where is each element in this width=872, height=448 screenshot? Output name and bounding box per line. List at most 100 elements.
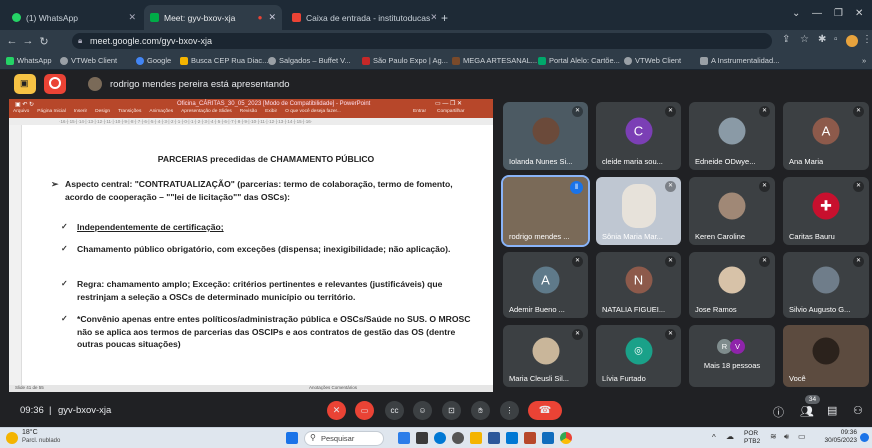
captions-button[interactable]: cc xyxy=(385,401,404,420)
participant-tile[interactable]: ✕ Silvio Augusto G... xyxy=(783,252,869,318)
ribbon-tab[interactable]: Inserir xyxy=(74,109,87,114)
minimize-icon[interactable]: — xyxy=(812,8,822,19)
check-icon: ✓ xyxy=(61,314,68,323)
stop-presenting-button[interactable] xyxy=(44,74,66,94)
participant-tile[interactable]: N ✕ NATALIA FIGUEI... xyxy=(596,252,681,318)
ribbon-tab[interactable]: Exibir xyxy=(265,109,277,114)
emoji-button[interactable]: ☺ xyxy=(413,401,432,420)
new-tab-button[interactable]: + xyxy=(436,5,456,30)
battery-icon[interactable]: ▭ xyxy=(798,432,806,441)
bookmarks-overflow-icon[interactable]: » xyxy=(862,56,866,65)
word-icon[interactable] xyxy=(488,432,500,444)
maximize-icon[interactable]: ❐ xyxy=(834,8,843,19)
bookmark-item[interactable]: VTWeb Client xyxy=(624,56,681,65)
notifications-icon[interactable] xyxy=(860,433,869,442)
tab-meet[interactable]: Meet: gyv-bxov-xja ● ✕ xyxy=(144,5,282,30)
weather-desc[interactable]: Parcl. nublado xyxy=(22,438,60,444)
ppt-share[interactable]: Compartilhar xyxy=(437,109,464,114)
chrome-icon[interactable] xyxy=(560,432,572,444)
bookmark-item[interactable]: VTWeb Client xyxy=(60,56,117,65)
profile-avatar[interactable] xyxy=(846,35,858,47)
store-icon[interactable] xyxy=(506,432,518,444)
bookmark-item[interactable]: Salgados – Buffet V... xyxy=(268,56,351,65)
language-indicator[interactable]: POR PTB2 xyxy=(744,430,760,446)
chat-icon[interactable]: ▤ xyxy=(827,404,837,417)
ribbon-tab[interactable]: Transições xyxy=(118,109,141,114)
present-screen-button[interactable]: ▣ xyxy=(14,74,36,94)
reload-icon[interactable]: ↻ xyxy=(36,35,52,48)
bookmark-item[interactable]: MEGA ARTESANAL... xyxy=(452,56,537,65)
raise-hand-button[interactable]: ✋︎ xyxy=(471,401,490,420)
file-explorer-icon[interactable] xyxy=(416,432,428,444)
ribbon-tab[interactable]: Apresentação de Slides xyxy=(181,109,232,114)
people-icon[interactable]: 👥︎ xyxy=(800,405,814,418)
participant-tile[interactable]: ✕ Iolanda Nunes Si... xyxy=(503,102,588,170)
start-icon[interactable] xyxy=(286,432,298,444)
participant-tile[interactable]: ✕ Jose Ramos xyxy=(689,252,775,318)
bookmark-item[interactable]: Google xyxy=(136,56,171,65)
sidebar-icon[interactable]: ▫ xyxy=(834,34,838,45)
ppt-signin[interactable]: Entrar xyxy=(413,109,426,114)
participant-tile[interactable]: ✕ Keren Caroline xyxy=(689,177,775,245)
ribbon-search[interactable]: O que você deseja fazer... xyxy=(285,109,341,114)
weather-temp[interactable]: 18°C xyxy=(22,429,38,436)
info-icon[interactable]: ⓘ xyxy=(773,404,784,420)
share-icon[interactable]: ⇪ xyxy=(782,34,790,45)
tray-overflow-icon[interactable]: ^ xyxy=(712,433,716,442)
close-icon[interactable]: ✕ xyxy=(128,12,136,23)
bookmark-item[interactable]: WhatsApp xyxy=(6,56,52,65)
ribbon-tab[interactable]: Revisão xyxy=(240,109,257,114)
tab-gmail[interactable]: Caixa de entrada - institutoducas ✕ xyxy=(286,5,436,30)
participant-name: Você xyxy=(789,374,806,383)
participant-tile[interactable]: ✕ Maria Cleusli Sil... xyxy=(503,325,588,387)
more-participants-tile[interactable]: R V Mais 18 pessoas xyxy=(689,325,775,387)
app-icon[interactable] xyxy=(452,432,464,444)
extensions-icon[interactable]: ✱ xyxy=(818,34,826,45)
self-tile[interactable]: Você xyxy=(783,325,869,387)
participant-tile-active-speaker[interactable]: ⦀ rodrigo mendes ... xyxy=(501,175,590,247)
participant-tile[interactable]: ✕ Edneide ODwye... xyxy=(689,102,775,170)
mail-icon[interactable] xyxy=(542,432,554,444)
participant-tile[interactable]: ✕ Sônia Maria Mar... xyxy=(596,177,681,245)
folder-icon[interactable] xyxy=(470,432,482,444)
more-options-button[interactable]: ⋮ xyxy=(500,401,519,420)
bookmark-item[interactable]: Portal Alelo: Cartõe... xyxy=(538,56,620,65)
ribbon-tab[interactable]: Animações xyxy=(149,109,173,114)
participant-tile[interactable]: ◎ ✕ Lívia Furtado xyxy=(596,325,681,387)
menu-icon[interactable]: ⋮ xyxy=(862,34,872,45)
mic-off-button[interactable]: ✕ xyxy=(327,401,346,420)
teams-icon[interactable] xyxy=(398,432,410,444)
leave-call-button[interactable]: ☎︎ xyxy=(528,401,562,420)
bookmark-item[interactable]: Busca CEP Rua Diac... xyxy=(180,56,268,65)
back-icon[interactable]: ← xyxy=(4,35,20,47)
bookmark-item[interactable]: A Instrumentalidad... xyxy=(700,56,779,65)
address-bar: ← → ↻ 🔒︎ meet.google.com/gyv-bxov-xja ⇪ … xyxy=(0,30,872,52)
cloud-icon[interactable]: ☁︎ xyxy=(726,432,734,441)
forward-icon[interactable]: → xyxy=(20,35,36,47)
ribbon-tab[interactable]: Design xyxy=(95,109,110,114)
ribbon-tab[interactable]: Arquivo xyxy=(13,109,29,114)
close-icon[interactable]: ✕ xyxy=(268,12,276,23)
star-icon[interactable]: ☆ xyxy=(800,34,809,45)
tab-whatsapp[interactable]: (1) WhatsApp ✕ xyxy=(6,5,142,30)
taskbar-search[interactable]: ⚲ Pesquisar xyxy=(304,431,384,446)
edge-icon[interactable] xyxy=(434,432,446,444)
activities-icon[interactable]: ⚇ xyxy=(853,404,863,417)
participant-tile[interactable]: ✚ ✕ Caritas Bauru xyxy=(783,177,869,245)
volume-icon[interactable]: 🔊︎ xyxy=(784,432,789,442)
clock[interactable]: 09:36 30/05/2023 xyxy=(815,429,857,445)
present-button[interactable]: ⊡ xyxy=(442,401,461,420)
window-close-icon[interactable]: ✕ xyxy=(855,8,863,19)
camera-off-button[interactable]: ▭ xyxy=(355,401,374,420)
powerpoint-icon[interactable] xyxy=(524,432,536,444)
bullet-text: Regra: chamamento amplo; Exceção: critér… xyxy=(77,279,443,302)
participant-tile[interactable]: A ✕ Ana Maria xyxy=(783,102,869,170)
url-field[interactable]: 🔒︎ meet.google.com/gyv-bxov-xja xyxy=(72,33,772,49)
wifi-icon[interactable]: ≋ xyxy=(770,432,777,441)
participant-tile[interactable]: A ✕ Ademir Bueno ... xyxy=(503,252,588,318)
bookmark-item[interactable]: São Paulo Expo | Ag... xyxy=(362,56,448,65)
ribbon-tab[interactable]: Página Inicial xyxy=(37,109,66,114)
participant-tile[interactable]: C ✕ cleide maria sou... xyxy=(596,102,681,170)
notes-comments[interactable]: Anotações Comentários xyxy=(309,385,357,390)
tab-list-icon[interactable]: ⌄ xyxy=(792,8,800,19)
